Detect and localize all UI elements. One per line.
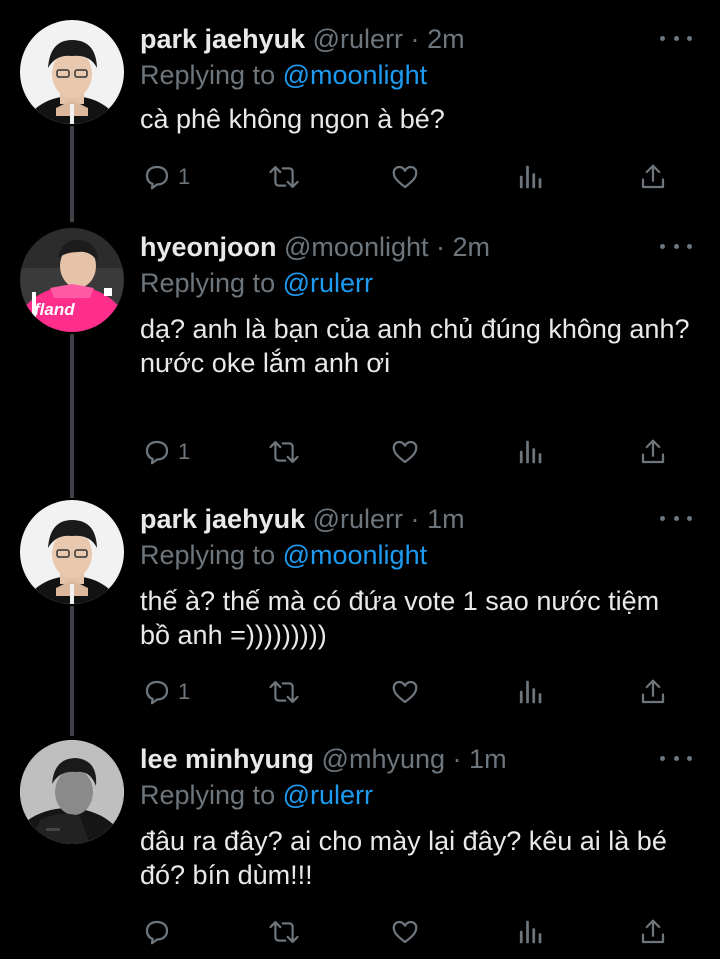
tweet-header: hyeonjoon @moonlight · 2m <box>140 230 696 264</box>
analytics-button[interactable] <box>516 915 544 949</box>
retweet-icon <box>269 441 299 463</box>
heart-icon <box>392 680 418 704</box>
user-handle[interactable]: @rulerr <box>313 24 403 54</box>
reply-button[interactable] <box>142 915 178 949</box>
tweet-header: lee minhyung @mhyung · 1m <box>140 742 696 776</box>
avatar[interactable] <box>20 20 124 124</box>
timestamp[interactable]: 2m <box>453 232 491 262</box>
like-button[interactable] <box>390 435 420 469</box>
share-button[interactable] <box>638 915 668 949</box>
reply-icon <box>145 165 169 190</box>
replying-to: Replying to @rulerr <box>140 778 696 812</box>
avatar[interactable]: fland <box>20 228 124 332</box>
user-handle[interactable]: @mhyung <box>322 744 445 774</box>
share-icon <box>641 919 665 944</box>
analytics-icon <box>519 165 542 189</box>
display-name[interactable]: park jaehyuk <box>140 24 305 54</box>
separator-dot: · <box>410 24 420 54</box>
separator-dot: · <box>436 232 446 262</box>
user-handle[interactable]: @moonlight <box>284 232 428 262</box>
avatar[interactable] <box>20 740 124 844</box>
share-icon <box>641 439 665 464</box>
retweet-button[interactable] <box>268 435 300 469</box>
like-button[interactable] <box>390 160 420 194</box>
analytics-button[interactable] <box>516 435 544 469</box>
jersey-logo: fland <box>34 300 75 319</box>
more-options-icon[interactable] <box>660 508 692 528</box>
tweet-header: park jaehyuk @rulerr · 1m <box>140 502 696 536</box>
mention-link[interactable]: @moonlight <box>283 60 427 90</box>
timestamp[interactable]: 1m <box>427 504 465 534</box>
mention-link[interactable]: @rulerr <box>283 268 373 298</box>
heart-icon <box>392 920 418 944</box>
reply-icon <box>145 680 169 705</box>
action-bar: 1 <box>140 675 680 709</box>
heart-icon <box>392 440 418 464</box>
tweet[interactable]: park jaehyuk @rulerr · 2m Replying to @m… <box>0 0 720 210</box>
heart-icon <box>392 165 418 189</box>
tweet[interactable]: lee minhyung @mhyung · 1m Replying to @r… <box>0 730 720 959</box>
replying-label: Replying to <box>140 60 276 90</box>
replying-to: Replying to @moonlight <box>140 538 696 572</box>
share-button[interactable] <box>638 675 668 709</box>
more-options-icon[interactable] <box>660 236 692 256</box>
tweet[interactable]: fland hyeonjoon @moonlight · 2m Replying… <box>0 210 720 500</box>
retweet-icon <box>269 166 299 188</box>
share-icon <box>641 679 665 704</box>
user-handle[interactable]: @rulerr <box>313 504 403 534</box>
tweet[interactable]: park jaehyuk @rulerr · 1m Replying to @m… <box>0 490 720 730</box>
replying-to: Replying to @moonlight <box>140 58 696 92</box>
separator-dot: · <box>452 744 462 774</box>
reply-icon <box>145 920 169 945</box>
analytics-icon <box>519 920 542 944</box>
share-button[interactable] <box>638 435 668 469</box>
tweet-header: park jaehyuk @rulerr · 2m <box>140 22 696 56</box>
retweet-icon <box>269 921 299 943</box>
retweet-icon <box>269 681 299 703</box>
analytics-icon <box>519 440 542 464</box>
display-name[interactable]: hyeonjoon <box>140 232 277 262</box>
tweet-text: thế à? thế mà có đứa vote 1 sao nước tiệ… <box>140 586 660 650</box>
reply-count: 1 <box>178 164 191 189</box>
avatar[interactable] <box>20 500 124 604</box>
analytics-icon <box>519 680 542 704</box>
share-icon <box>641 164 665 189</box>
retweet-button[interactable] <box>268 160 300 194</box>
share-button[interactable] <box>638 160 668 194</box>
timeline: park jaehyuk @rulerr · 2m Replying to @m… <box>0 0 720 959</box>
analytics-button[interactable] <box>516 675 544 709</box>
analytics-button[interactable] <box>516 160 544 194</box>
more-options-icon[interactable] <box>660 28 692 48</box>
action-bar: 1 <box>140 160 680 194</box>
replying-label: Replying to <box>140 540 276 570</box>
reply-icon <box>145 440 169 465</box>
action-bar <box>140 915 680 949</box>
mention-link[interactable]: @moonlight <box>283 540 427 570</box>
mention-link[interactable]: @rulerr <box>283 780 373 810</box>
replying-to: Replying to @rulerr <box>140 266 696 300</box>
like-button[interactable] <box>390 915 420 949</box>
tweet-text: dạ? anh là bạn của anh chủ đúng không an… <box>140 314 690 378</box>
reply-button[interactable]: 1 <box>142 675 190 709</box>
like-button[interactable] <box>390 675 420 709</box>
reply-button[interactable]: 1 <box>142 160 190 194</box>
retweet-button[interactable] <box>268 915 300 949</box>
display-name[interactable]: park jaehyuk <box>140 504 305 534</box>
tweet-text: cà phê không ngon à bé? <box>140 104 445 134</box>
reply-count: 1 <box>178 439 191 464</box>
more-options-icon[interactable] <box>660 748 692 768</box>
reply-count: 1 <box>178 679 191 704</box>
display-name[interactable]: lee minhyung <box>140 744 314 774</box>
replying-label: Replying to <box>140 780 276 810</box>
reply-button[interactable]: 1 <box>142 435 190 469</box>
action-bar: 1 <box>140 435 680 469</box>
replying-label: Replying to <box>140 268 276 298</box>
timestamp[interactable]: 2m <box>427 24 465 54</box>
retweet-button[interactable] <box>268 675 300 709</box>
timestamp[interactable]: 1m <box>469 744 507 774</box>
tweet-text: đâu ra đây? ai cho mày lại đây? kêu ai l… <box>140 826 667 890</box>
separator-dot: · <box>410 504 420 534</box>
